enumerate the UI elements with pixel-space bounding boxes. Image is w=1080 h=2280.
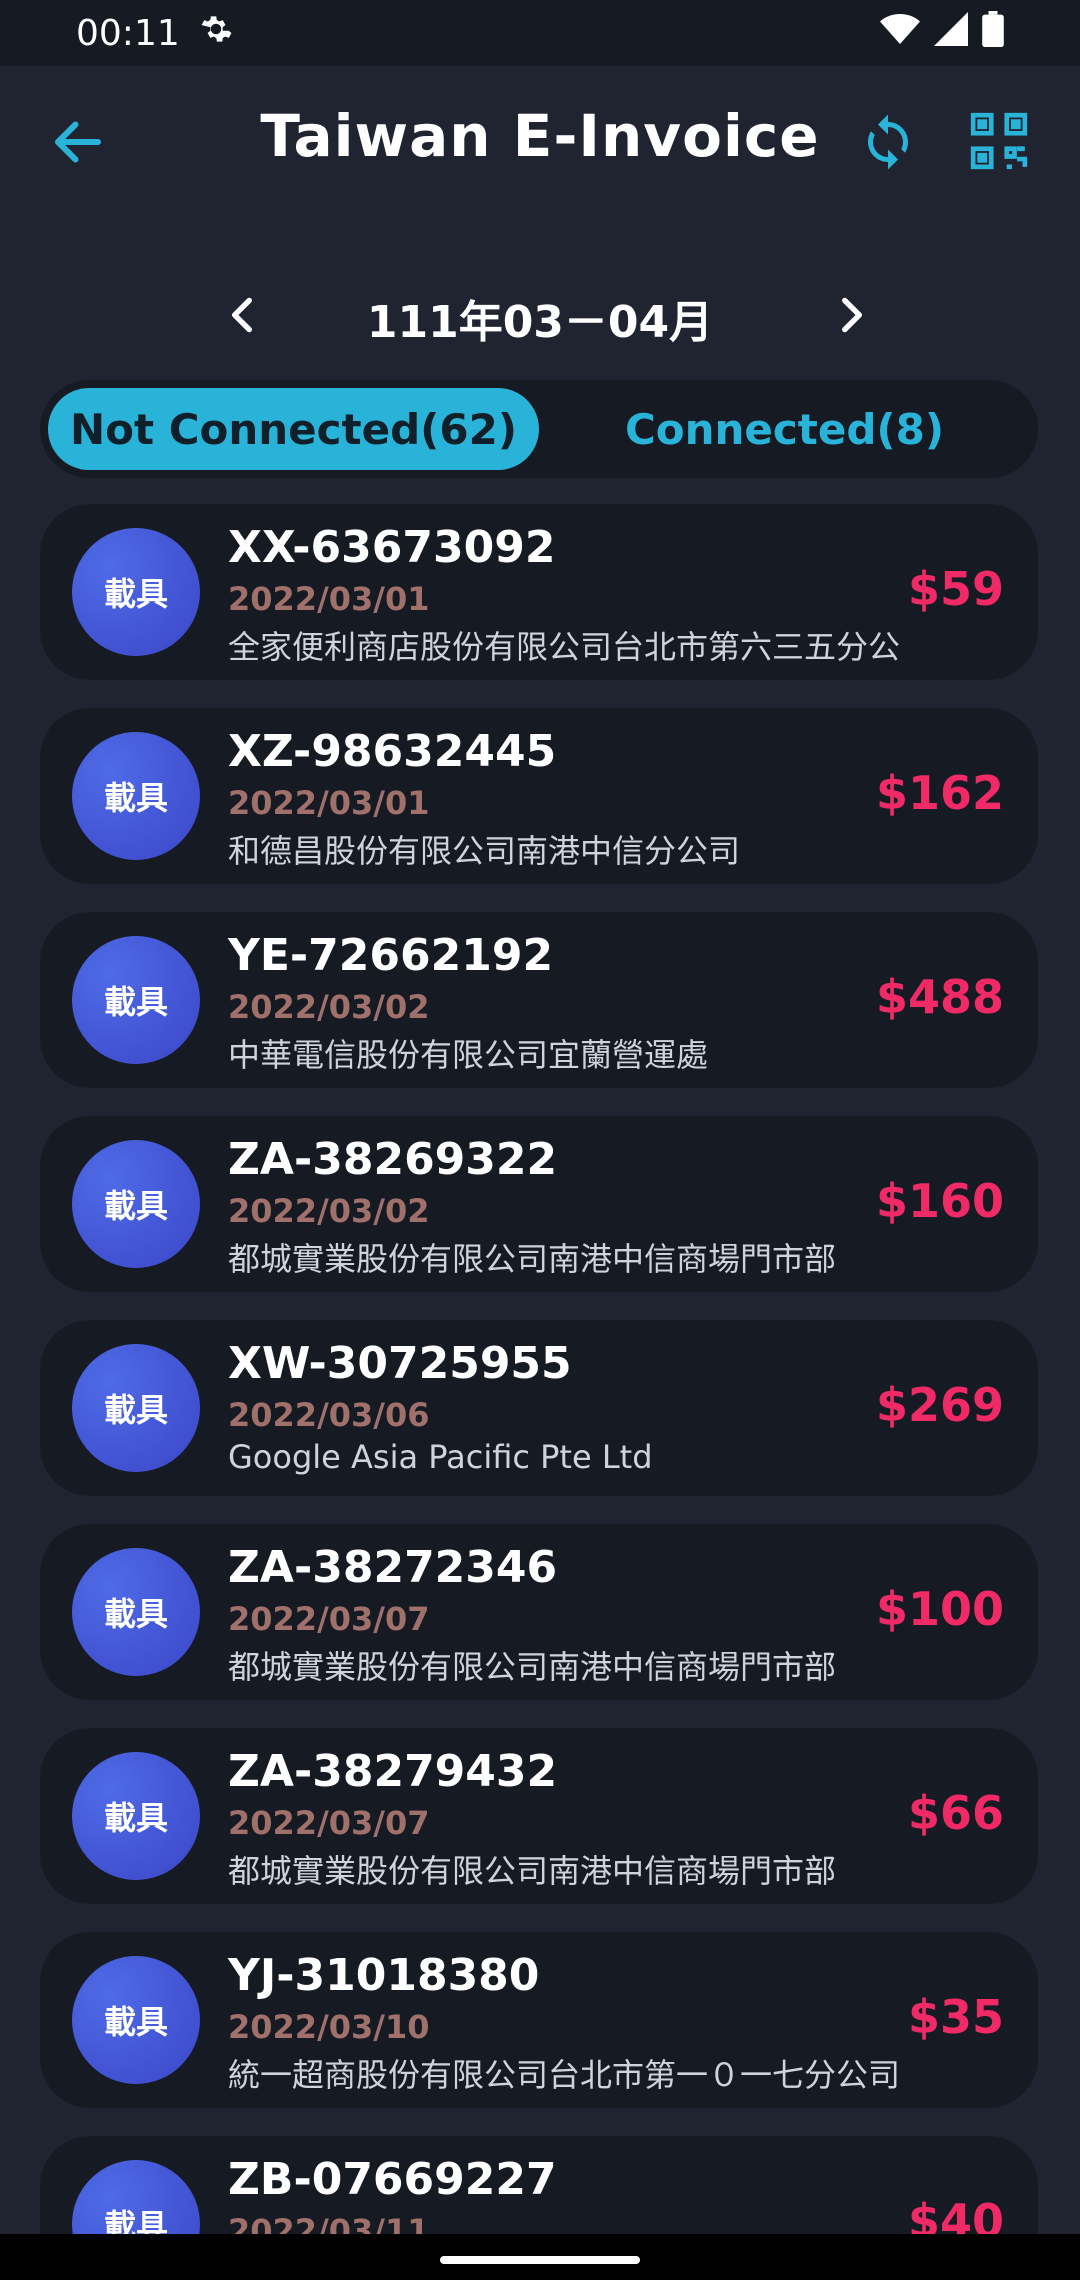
invoice-amount: $162 — [875, 766, 1004, 820]
invoice-store: 統一超商股份有限公司台北市第一０一七分公司 — [228, 2056, 900, 2094]
signal-icon — [934, 11, 968, 55]
invoice-date: 2022/03/01 — [228, 784, 430, 822]
invoice-amount: $35 — [907, 1990, 1004, 2044]
system-nav-bar — [0, 2234, 1080, 2280]
invoice-store: 全家便利商店股份有限公司台北市第六三五分公司 — [228, 628, 900, 666]
qr-scan-icon[interactable] — [968, 110, 1030, 172]
invoice-number: ZA-38279432 — [228, 1746, 558, 1797]
invoice-date: 2022/03/10 — [228, 2008, 430, 2046]
invoice-card[interactable]: 載具 XX-63673092 2022/03/01 全家便利商店股份有限公司台北… — [40, 504, 1038, 680]
invoice-store: 和德昌股份有限公司南港中信分公司 — [228, 832, 741, 870]
carrier-badge: 載具 — [72, 732, 200, 860]
invoice-number: YE-72662192 — [228, 930, 554, 981]
period-label: 111年03－04月 — [366, 297, 714, 348]
carrier-badge: 載具 — [72, 1344, 200, 1472]
invoice-card[interactable]: 載具 YJ-31018380 2022/03/10 統一超商股份有限公司台北市第… — [40, 1932, 1038, 2108]
status-bar: 00:11 — [0, 0, 1080, 66]
invoice-card[interactable]: 載具 ZA-38279432 2022/03/07 都城實業股份有限公司南港中信… — [40, 1728, 1038, 1904]
tab-not-connected[interactable]: Not Connected(62) — [48, 388, 539, 470]
invoice-amount: $269 — [875, 1378, 1004, 1432]
invoice-number: ZA-38269322 — [228, 1134, 558, 1185]
carrier-badge: 載具 — [72, 1548, 200, 1676]
invoice-number: YJ-31018380 — [228, 1950, 540, 2001]
invoice-card[interactable]: 載具 XZ-98632445 2022/03/01 和德昌股份有限公司南港中信分… — [40, 708, 1038, 884]
chevron-right-icon[interactable] — [826, 290, 876, 340]
connection-tabs: Not Connected(62) Connected(8) — [40, 380, 1038, 478]
invoice-card[interactable]: 載具 XW-30725955 2022/03/06 Google Asia Pa… — [40, 1320, 1038, 1496]
tab-connected[interactable]: Connected(8) — [539, 388, 1030, 470]
invoice-amount: $66 — [907, 1786, 1004, 1840]
home-handle[interactable] — [440, 2256, 640, 2264]
invoice-store: 中華電信股份有限公司宜蘭營運處 — [228, 1036, 709, 1074]
invoice-date: 2022/03/07 — [228, 1804, 430, 1842]
battery-icon — [982, 10, 1004, 56]
status-time: 00:11 — [76, 12, 180, 54]
carrier-badge: 載具 — [72, 1140, 200, 1268]
invoice-store: 都城實業股份有限公司南港中信商場門市部 — [228, 1648, 837, 1686]
invoice-number: XX-63673092 — [228, 522, 556, 573]
invoice-date: 2022/03/02 — [228, 988, 430, 1026]
invoice-amount: $100 — [875, 1582, 1004, 1636]
invoice-card[interactable]: 載具 YE-72662192 2022/03/02 中華電信股份有限公司宜蘭營運… — [40, 912, 1038, 1088]
carrier-badge: 載具 — [72, 528, 200, 656]
invoice-number: ZB-07669227 — [228, 2154, 557, 2205]
invoice-store: 都城實業股份有限公司南港中信商場門市部 — [228, 1852, 837, 1890]
invoice-card[interactable]: 載具 ZA-38269322 2022/03/02 都城實業股份有限公司南港中信… — [40, 1116, 1038, 1292]
settings-icon — [198, 11, 234, 56]
invoice-number: ZA-38272346 — [228, 1542, 558, 1593]
invoice-date: 2022/03/06 — [228, 1396, 430, 1434]
app-bar: Taiwan E-Invoice — [0, 66, 1080, 218]
invoice-number: XW-30725955 — [228, 1338, 572, 1389]
page-title: Taiwan E-Invoice — [260, 102, 820, 170]
invoice-amount: $59 — [907, 562, 1004, 616]
invoice-amount: $160 — [875, 1174, 1004, 1228]
invoice-date: 2022/03/07 — [228, 1600, 430, 1638]
carrier-badge: 載具 — [72, 1956, 200, 2084]
wifi-icon — [880, 12, 920, 55]
invoice-amount: $488 — [875, 970, 1004, 1024]
invoice-date: 2022/03/02 — [228, 1192, 430, 1230]
carrier-badge: 載具 — [72, 1752, 200, 1880]
invoice-date: 2022/03/01 — [228, 580, 430, 618]
carrier-badge: 載具 — [72, 936, 200, 1064]
invoice-list: 載具 XX-63673092 2022/03/01 全家便利商店股份有限公司台北… — [40, 504, 1038, 2280]
period-selector: 111年03－04月 — [0, 280, 1080, 350]
invoice-card[interactable]: 載具 ZA-38272346 2022/03/07 都城實業股份有限公司南港中信… — [40, 1524, 1038, 1700]
invoice-number: XZ-98632445 — [228, 726, 557, 777]
invoice-store: 都城實業股份有限公司南港中信商場門市部 — [228, 1240, 837, 1278]
invoice-store: Google Asia Pacific Pte Ltd — [228, 1438, 653, 1476]
sync-icon[interactable] — [858, 112, 918, 172]
